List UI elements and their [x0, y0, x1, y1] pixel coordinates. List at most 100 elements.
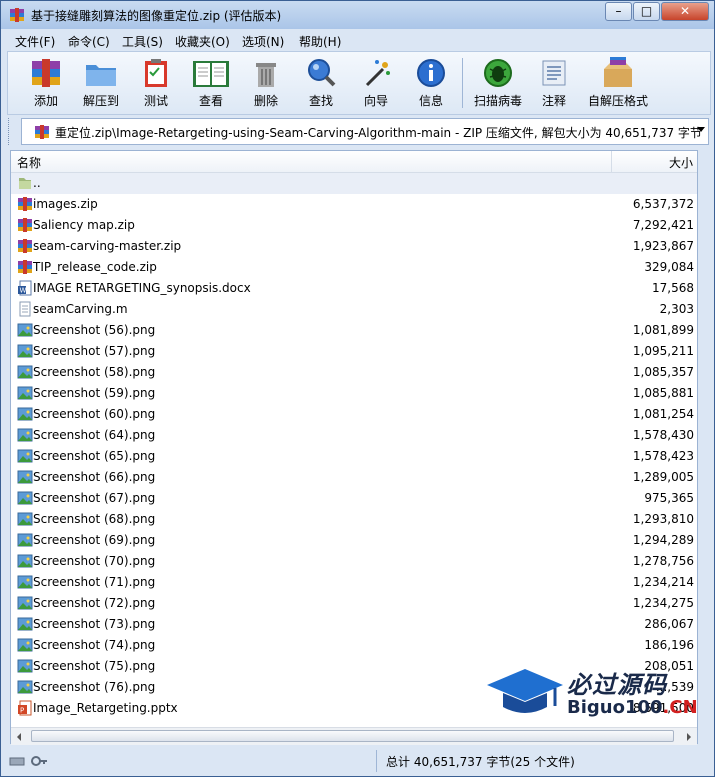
file-size: 1,085,357	[632, 365, 694, 379]
file-name: Screenshot (76).png	[33, 680, 156, 694]
file-row[interactable]: Screenshot (65).png 1,578,423	[11, 446, 697, 467]
address-bar[interactable]: 重定位.zip\Image-Retargeting-using-Seam-Car…	[21, 118, 709, 145]
column-header-size[interactable]: 大小	[669, 154, 693, 171]
scroll-thumb[interactable]	[31, 730, 674, 742]
png-image-icon	[17, 532, 33, 548]
find-label: 查找	[308, 94, 333, 108]
watermark-logo: 必过源码 Biguo100.CN	[485, 663, 705, 725]
wizard-wand-icon	[365, 60, 390, 87]
file-size: 1,234,214	[632, 575, 694, 589]
wizard-button[interactable]: 向导	[350, 54, 402, 112]
scroll-right-icon[interactable]	[687, 733, 691, 741]
file-name: Screenshot (73).png	[33, 617, 156, 631]
file-size: 286,067	[644, 617, 694, 631]
address-dropdown-icon[interactable]	[697, 127, 705, 132]
file-row[interactable]: TIP_release_code.zip 329,084	[11, 257, 697, 278]
menu-file[interactable]: 文件(F)	[15, 33, 55, 50]
file-row[interactable]: seamCarving.m 2,303	[11, 299, 697, 320]
file-row[interactable]: Screenshot (73).png 286,067	[11, 614, 697, 635]
png-image-icon	[17, 658, 33, 674]
address-grip[interactable]	[8, 118, 15, 145]
view-button[interactable]: 查看	[185, 54, 237, 112]
menu-favorites[interactable]: 收藏夹(O)	[175, 33, 230, 50]
svg-text:P: P	[20, 707, 24, 715]
minimize-button[interactable]: –	[605, 2, 632, 21]
file-name: Screenshot (67).png	[33, 491, 156, 505]
delete-button[interactable]: 删除	[240, 54, 292, 112]
parent-folder-row[interactable]: ..	[11, 173, 697, 194]
virus-scan-button[interactable]: 扫描病毒	[470, 54, 526, 112]
png-image-icon	[17, 385, 33, 401]
file-name: Screenshot (70).png	[33, 554, 156, 568]
sfx-button[interactable]: 自解压格式	[583, 54, 653, 112]
svg-text:W: W	[20, 287, 27, 295]
zip-archive-icon	[17, 217, 33, 233]
wizard-label: 向导	[363, 94, 388, 108]
status-divider	[376, 750, 377, 772]
add-button[interactable]: 添加	[20, 54, 72, 112]
scroll-left-icon[interactable]	[17, 733, 21, 741]
menu-bar: 文件(F) 命令(C) 工具(S) 收藏夹(O) 选项(N) 帮助(H)	[1, 29, 714, 51]
file-size: 1,289,005	[632, 470, 694, 484]
column-divider[interactable]	[611, 151, 612, 172]
column-header-name[interactable]: 名称	[17, 154, 41, 171]
zip-archive-icon	[17, 196, 33, 212]
file-size: 1,578,423	[632, 449, 694, 463]
file-row[interactable]: Screenshot (59).png 1,085,881	[11, 383, 697, 404]
file-row[interactable]: Screenshot (67).png 975,365	[11, 488, 697, 509]
extract-folder-icon	[86, 65, 116, 86]
file-name: Screenshot (69).png	[33, 533, 156, 547]
file-row[interactable]: Screenshot (66).png 1,289,005	[11, 467, 697, 488]
file-row[interactable]: Screenshot (60).png 1,081,254	[11, 404, 697, 425]
archive-icon	[35, 125, 49, 139]
horizontal-scrollbar[interactable]	[11, 727, 697, 745]
file-size: 1,095,211	[632, 344, 694, 358]
file-row[interactable]: Screenshot (64).png 1,578,430	[11, 425, 697, 446]
file-row[interactable]: Screenshot (57).png 1,095,211	[11, 341, 697, 362]
file-row[interactable]: images.zip 6,537,372	[11, 194, 697, 215]
file-size: 1,234,275	[632, 596, 694, 610]
menu-help[interactable]: 帮助(H)	[299, 33, 341, 50]
file-size: 1,081,899	[632, 323, 694, 337]
maximize-button[interactable]: □	[633, 2, 660, 21]
file-row[interactable]: Screenshot (69).png 1,294,289	[11, 530, 697, 551]
file-name: Screenshot (72).png	[33, 596, 156, 610]
file-size: 7,292,421	[632, 218, 694, 232]
file-row[interactable]: W IMAGE RETARGETING_synopsis.docx 17,568	[11, 278, 697, 299]
file-name: Screenshot (66).png	[33, 470, 156, 484]
png-image-icon	[17, 679, 33, 695]
add-label: 添加	[33, 94, 58, 108]
test-clipboard-icon	[145, 59, 167, 87]
toolbar: 添加 解压到 测试 查看 删除 查找 向导 信息 扫描病毒 注释 自解压格式	[7, 51, 711, 115]
file-row[interactable]: Screenshot (71).png 1,234,214	[11, 572, 697, 593]
file-row[interactable]: Screenshot (72).png 1,234,275	[11, 593, 697, 614]
png-image-icon	[17, 553, 33, 569]
virus-scan-label: 扫描病毒	[473, 94, 522, 108]
close-button[interactable]: ✕	[661, 2, 709, 21]
file-row[interactable]: Screenshot (58).png 1,085,357	[11, 362, 697, 383]
info-button[interactable]: 信息	[405, 54, 457, 112]
file-size: 329,084	[644, 260, 694, 274]
file-row[interactable]: Screenshot (70).png 1,278,756	[11, 551, 697, 572]
title-bar[interactable]: 基于接缝雕刻算法的图像重定位.zip (评估版本) – □ ✕	[1, 1, 714, 29]
file-name: Image_Retargeting.pptx	[33, 701, 178, 715]
comment-button[interactable]: 注释	[528, 54, 580, 112]
test-label: 测试	[143, 94, 168, 108]
extract-to-button[interactable]: 解压到	[75, 54, 127, 112]
trash-icon	[256, 63, 276, 87]
drive-key-icon[interactable]	[9, 754, 49, 768]
file-row[interactable]: Saliency map.zip 7,292,421	[11, 215, 697, 236]
file-row[interactable]: Screenshot (74).png 186,196	[11, 635, 697, 656]
test-button[interactable]: 测试	[130, 54, 182, 112]
file-row[interactable]: Screenshot (68).png 1,293,810	[11, 509, 697, 530]
file-row[interactable]: Screenshot (56).png 1,081,899	[11, 320, 697, 341]
find-button[interactable]: 查找	[295, 54, 347, 112]
menu-options[interactable]: 选项(N)	[242, 33, 284, 50]
menu-commands[interactable]: 命令(C)	[68, 33, 110, 50]
file-row[interactable]: seam-carving-master.zip 1,923,867	[11, 236, 697, 257]
file-name: Screenshot (65).png	[33, 449, 156, 463]
extract-to-label: 解压到	[82, 94, 119, 108]
menu-tools[interactable]: 工具(S)	[122, 33, 163, 50]
info-label: 信息	[418, 94, 443, 108]
winrar-app-icon	[10, 8, 24, 22]
